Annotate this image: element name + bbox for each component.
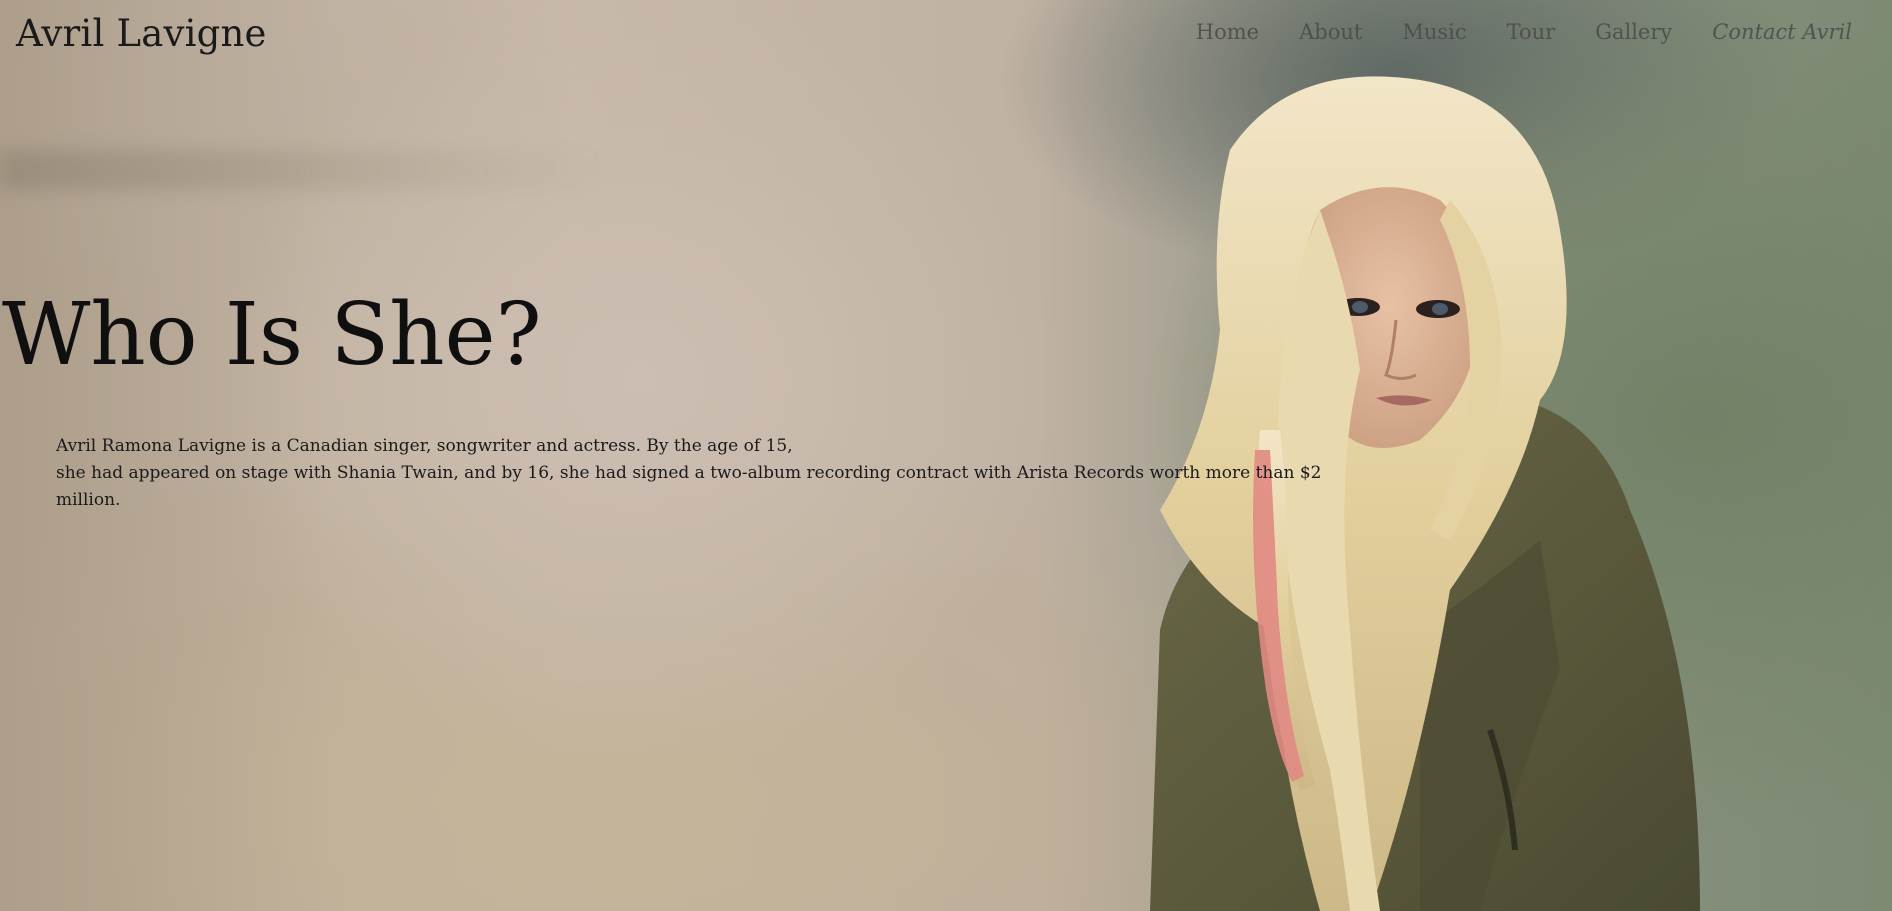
nav-gallery-link[interactable]: Gallery bbox=[1595, 20, 1672, 44]
main-nav: Home About Music Tour Gallery Contact Av… bbox=[1156, 20, 1852, 44]
hero-text-line-2: she had appeared on stage with Shania Tw… bbox=[56, 463, 1322, 510]
background-band bbox=[0, 150, 600, 190]
nav-home-link[interactable]: Home bbox=[1196, 20, 1259, 44]
nav-about-link[interactable]: About bbox=[1299, 20, 1362, 44]
hero-title: Who Is She? bbox=[2, 285, 542, 385]
hero-text-line-1: Avril Ramona Lavigne is a Canadian singe… bbox=[56, 436, 793, 456]
nav-tour-link[interactable]: Tour bbox=[1507, 20, 1556, 44]
hero-description: Avril Ramona Lavigne is a Canadian singe… bbox=[56, 433, 1356, 514]
nav-music-link[interactable]: Music bbox=[1402, 20, 1466, 44]
site-brand[interactable]: Avril Lavigne bbox=[16, 12, 267, 55]
nav-contact-link[interactable]: Contact Avril bbox=[1712, 20, 1852, 44]
page: Avril Lavigne Home About Music Tour Gall… bbox=[0, 0, 1892, 911]
